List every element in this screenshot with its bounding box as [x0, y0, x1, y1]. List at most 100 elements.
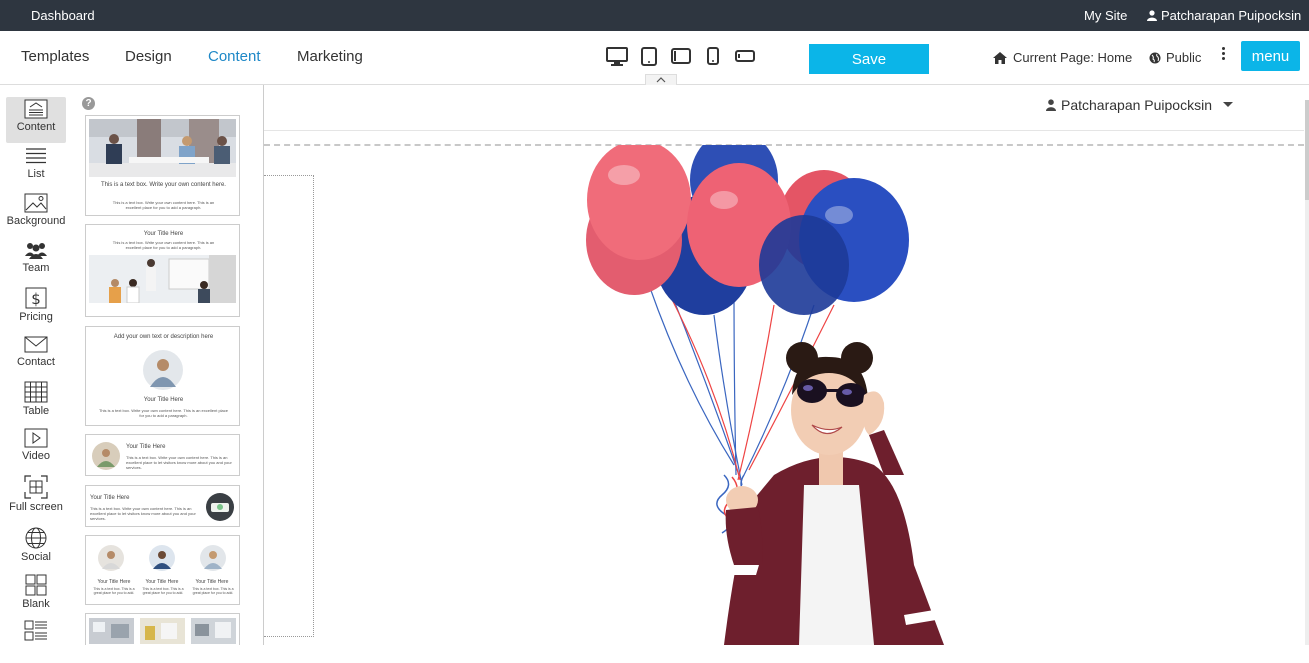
- template-title: Your Title Here: [97, 579, 131, 585]
- sidebar-item-list[interactable]: List: [6, 144, 66, 190]
- top-bar: Dashboard My Site Patcharapan Puipocksin: [0, 0, 1309, 31]
- text-layout-icon: [24, 620, 47, 641]
- template-small-text: This is a text box. Write your own conte…: [90, 506, 196, 521]
- template-title: Your Title Here: [195, 579, 229, 585]
- user-icon: [1046, 99, 1056, 111]
- page-canvas: Patcharapan Puipocksin: [264, 85, 1309, 645]
- sidebar-item-label: Video: [22, 450, 50, 462]
- portrait-circle: [143, 350, 183, 390]
- sidebar-item-label: Contact: [17, 356, 55, 368]
- portrait-circle: [98, 545, 124, 571]
- sidebar-item-video[interactable]: Video: [6, 426, 66, 472]
- portrait-circle: [92, 442, 120, 470]
- template-small-text: This is a text box. This is a great plac…: [93, 587, 135, 595]
- canvas-scrollbar[interactable]: [1305, 100, 1309, 645]
- dollar-icon: $: [25, 287, 47, 309]
- tab-templates[interactable]: Templates: [21, 48, 89, 65]
- sidebar-item-social[interactable]: Social: [6, 525, 66, 571]
- current-page[interactable]: Current Page: Home: [993, 50, 1132, 65]
- help-icon[interactable]: ?: [82, 97, 95, 110]
- portrait-circle: [206, 493, 234, 521]
- tab-marketing[interactable]: Marketing: [297, 48, 363, 65]
- fullscreen-icon: [24, 475, 48, 499]
- template-thumbnail[interactable]: Your Title Here This is a text box. Writ…: [85, 434, 240, 476]
- canvas-user-menu[interactable]: Patcharapan Puipocksin: [1046, 97, 1234, 113]
- hero-image[interactable]: [574, 145, 994, 645]
- sidebar-item-label: Blank: [22, 598, 50, 610]
- template-small-text: This is a text box. Write your own conte…: [112, 200, 215, 210]
- presentation-photo: [89, 255, 236, 313]
- sidebar-item-label: List: [27, 168, 45, 180]
- user-menu[interactable]: Patcharapan Puipocksin: [1147, 8, 1301, 23]
- save-button[interactable]: Save: [809, 44, 929, 74]
- sidebar-item-label: Social: [21, 551, 51, 563]
- team-icon: [25, 243, 47, 259]
- tab-content[interactable]: Content: [208, 48, 261, 65]
- current-page-label: Current Page: Home: [1013, 50, 1133, 65]
- template-description: Add your own text or description here: [113, 334, 214, 340]
- tab-design[interactable]: Design: [125, 48, 172, 65]
- tablet-landscape-icon[interactable]: [670, 46, 692, 66]
- template-title: Your Title Here: [126, 444, 166, 450]
- canvas-user-name: Patcharapan Puipocksin: [1061, 97, 1212, 113]
- template-thumbnail[interactable]: Add your own text or description here Yo…: [85, 326, 240, 426]
- sidebar-item-fullscreen[interactable]: Full screen: [6, 473, 66, 523]
- meeting-photo: [89, 119, 236, 177]
- sidebar-item-label: Full screen: [9, 501, 63, 513]
- template-thumbnail[interactable]: Your Title Here This is a text box. Writ…: [85, 485, 240, 527]
- dashboard-link[interactable]: Dashboard: [31, 8, 95, 23]
- template-small-text: This is a text box. Write your own conte…: [112, 240, 215, 250]
- play-icon: [24, 428, 48, 448]
- template-thumbnail[interactable]: This is a text box. Write your own conte…: [85, 115, 240, 216]
- public-label: Public: [1166, 50, 1202, 65]
- drop-zone[interactable]: [264, 175, 314, 637]
- template-small-text: This is a text box. This is a great plac…: [142, 587, 184, 595]
- caret-down-icon: [1223, 102, 1233, 107]
- template-small-text: This is a text box. This is a great plac…: [192, 587, 234, 595]
- device-switcher: [606, 46, 756, 66]
- sidebar-item-label: Table: [22, 405, 50, 417]
- globe-icon: [1149, 52, 1161, 63]
- phone-landscape-icon[interactable]: [734, 46, 756, 66]
- home-icon: [993, 51, 1007, 64]
- sidebar-item-contact[interactable]: Contact: [6, 332, 66, 378]
- gallery-photos: [89, 618, 236, 644]
- sidebar-item-pricing[interactable]: $ Pricing: [6, 285, 66, 331]
- portrait-circle: [149, 545, 175, 571]
- sidebar-item-table[interactable]: Table: [6, 379, 66, 425]
- template-thumbnail[interactable]: Your Title Here This is a text box. Writ…: [85, 224, 240, 317]
- sidebar-item-team[interactable]: Team: [6, 238, 66, 284]
- template-title: Your Title Here: [90, 495, 130, 501]
- template-small-text: This is a text box. Write your own conte…: [126, 455, 232, 470]
- template-small-text: This is a text box. Write your own conte…: [98, 408, 229, 418]
- portrait-circle: [200, 545, 226, 571]
- sidebar-item-label: Pricing: [19, 311, 53, 323]
- sidebar-item-label: Background: [6, 215, 66, 227]
- content-icon: [24, 99, 48, 119]
- template-text: This is a text box. Write your own conte…: [101, 182, 226, 188]
- menu-button[interactable]: menu: [1241, 41, 1300, 71]
- sidebar-item-content[interactable]: Content: [6, 97, 66, 143]
- header-divider: [264, 130, 1304, 131]
- sidebar-item-background[interactable]: Background: [6, 191, 66, 237]
- desktop-icon[interactable]: [606, 46, 628, 66]
- sidebar-item-label: Content: [16, 121, 56, 133]
- list-icon: [26, 148, 46, 164]
- template-title: Your Title Here: [145, 579, 179, 585]
- template-thumbnail[interactable]: Your Title Here Your Title Here Your Tit…: [85, 535, 240, 605]
- chevron-up-icon: [656, 77, 666, 83]
- phone-icon[interactable]: [702, 46, 724, 66]
- image-icon: [24, 193, 48, 213]
- svg-text:$: $: [31, 290, 41, 308]
- table-icon: [24, 381, 48, 403]
- template-panel: ? This is a text box. Write your own con…: [72, 85, 264, 645]
- tablet-icon[interactable]: [638, 46, 660, 66]
- my-site-link[interactable]: My Site: [1084, 8, 1127, 23]
- sidebar-item-blank[interactable]: Blank: [6, 572, 66, 618]
- public-toggle[interactable]: Public: [1149, 50, 1201, 65]
- more-options-icon[interactable]: [1220, 47, 1226, 65]
- globe-icon: [25, 527, 47, 549]
- sidebar-item-more[interactable]: [6, 617, 66, 663]
- template-thumbnail[interactable]: [85, 613, 240, 645]
- collapse-toolbar-button[interactable]: [645, 74, 677, 85]
